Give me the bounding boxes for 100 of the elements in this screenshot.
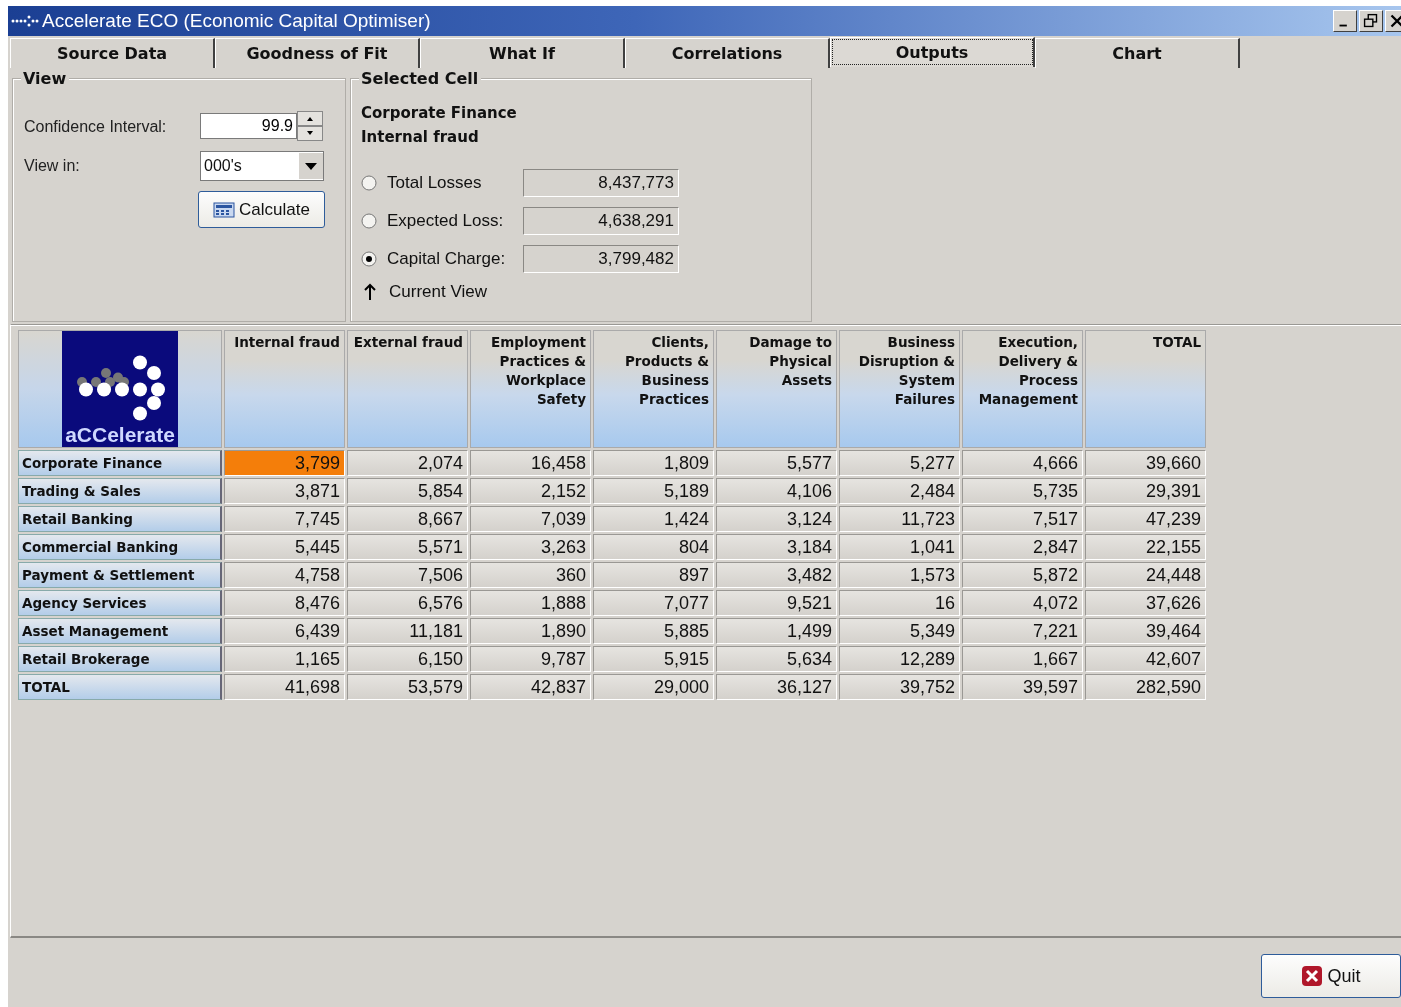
table-cell[interactable]: 41,698 — [224, 674, 345, 700]
table-cell[interactable]: 42,607 — [1085, 646, 1206, 672]
table-cell[interactable]: 1,888 — [470, 590, 591, 616]
table-cell[interactable]: 11,723 — [839, 506, 960, 532]
table-cell[interactable]: 1,573 — [839, 562, 960, 588]
minimize-icon[interactable] — [1333, 10, 1357, 32]
table-cell[interactable]: 9,787 — [470, 646, 591, 672]
confidence-input[interactable]: 99.9 — [200, 113, 297, 139]
table-cell[interactable]: 16 — [839, 590, 960, 616]
table-cell[interactable]: 39,464 — [1085, 618, 1206, 644]
table-cell[interactable]: 2,074 — [347, 450, 468, 476]
table-cell[interactable]: 1,041 — [839, 534, 960, 560]
table-cell[interactable]: 5,915 — [593, 646, 714, 672]
table-cell[interactable]: 6,576 — [347, 590, 468, 616]
table-cell[interactable]: 7,517 — [962, 506, 1083, 532]
table-cell[interactable]: 1,890 — [470, 618, 591, 644]
table-cell[interactable]: 8,476 — [224, 590, 345, 616]
table-cell[interactable]: 8,667 — [347, 506, 468, 532]
table-cell[interactable]: 4,758 — [224, 562, 345, 588]
current-view-label: Current View — [389, 282, 488, 302]
table-cell[interactable]: 282,590 — [1085, 674, 1206, 700]
table-cell[interactable]: 7,039 — [470, 506, 591, 532]
table-cell[interactable]: 53,579 — [347, 674, 468, 700]
table-cell[interactable]: 7,221 — [962, 618, 1083, 644]
accelerate-logo: aCCelerate — [62, 331, 178, 447]
tab[interactable]: Source Data — [10, 38, 215, 68]
row-header: Trading & Sales — [18, 478, 222, 504]
table-cell[interactable]: 5,189 — [593, 478, 714, 504]
tab[interactable]: Outputs — [830, 37, 1035, 67]
table-cell[interactable]: 7,077 — [593, 590, 714, 616]
table-cell[interactable]: 29,391 — [1085, 478, 1206, 504]
spin-up-icon[interactable] — [297, 111, 323, 126]
table-cell[interactable]: 3,482 — [716, 562, 837, 588]
table-cell[interactable]: 5,571 — [347, 534, 468, 560]
table-cell[interactable]: 1,424 — [593, 506, 714, 532]
column-header: Execution, Delivery & Process Management — [962, 330, 1083, 448]
table-cell[interactable]: 3,799 — [224, 450, 345, 476]
table-cell[interactable]: 5,735 — [962, 478, 1083, 504]
table-cell[interactable]: 24,448 — [1085, 562, 1206, 588]
table-cell[interactable]: 2,484 — [839, 478, 960, 504]
table-cell[interactable]: 3,871 — [224, 478, 345, 504]
table-cell[interactable]: 5,445 — [224, 534, 345, 560]
table-cell[interactable]: 5,854 — [347, 478, 468, 504]
tab[interactable]: Correlations — [625, 38, 830, 68]
table-cell[interactable]: 1,499 — [716, 618, 837, 644]
option-label: Total Losses — [387, 173, 483, 193]
table-cell[interactable]: 5,634 — [716, 646, 837, 672]
table-cell[interactable]: 39,752 — [839, 674, 960, 700]
table-cell[interactable]: 897 — [593, 562, 714, 588]
table-cell[interactable]: 3,124 — [716, 506, 837, 532]
radio-button[interactable] — [361, 213, 377, 229]
table-cell[interactable]: 5,885 — [593, 618, 714, 644]
table-cell[interactable]: 5,277 — [839, 450, 960, 476]
row-header: Corporate Finance — [18, 450, 222, 476]
table-cell[interactable]: 5,577 — [716, 450, 837, 476]
table-cell[interactable]: 6,150 — [347, 646, 468, 672]
table-cell[interactable]: 4,106 — [716, 478, 837, 504]
table-cell[interactable]: 2,152 — [470, 478, 591, 504]
table-cell[interactable]: 3,184 — [716, 534, 837, 560]
table-cell[interactable]: 1,667 — [962, 646, 1083, 672]
table-cell[interactable]: 12,289 — [839, 646, 960, 672]
tab[interactable]: What If — [420, 38, 625, 68]
calculate-button[interactable]: Calculate — [198, 191, 325, 228]
table-cell[interactable]: 7,745 — [224, 506, 345, 532]
tab[interactable]: Goodness of Fit — [215, 38, 420, 68]
table-cell[interactable]: 11,181 — [347, 618, 468, 644]
table-cell[interactable]: 36,127 — [716, 674, 837, 700]
spin-down-icon[interactable] — [297, 126, 323, 141]
quit-button[interactable]: Quit — [1261, 954, 1401, 998]
table-cell[interactable]: 804 — [593, 534, 714, 560]
restore-icon[interactable] — [1359, 10, 1383, 32]
table-cell[interactable]: 9,521 — [716, 590, 837, 616]
table-cell[interactable]: 7,506 — [347, 562, 468, 588]
table-cell[interactable]: 39,660 — [1085, 450, 1206, 476]
column-header: Business Disruption & System Failures — [839, 330, 960, 448]
table-cell[interactable]: 5,349 — [839, 618, 960, 644]
table-cell[interactable]: 22,155 — [1085, 534, 1206, 560]
radio-button[interactable] — [361, 251, 377, 267]
option-label: Capital Charge: — [387, 249, 507, 269]
tab[interactable]: Chart — [1035, 38, 1240, 68]
table-cell[interactable]: 6,439 — [224, 618, 345, 644]
table-cell[interactable]: 360 — [470, 562, 591, 588]
close-icon — [1301, 965, 1324, 987]
table-cell[interactable]: 4,072 — [962, 590, 1083, 616]
table-cell[interactable]: 47,239 — [1085, 506, 1206, 532]
table-cell[interactable]: 1,809 — [593, 450, 714, 476]
table-cell[interactable]: 29,000 — [593, 674, 714, 700]
value-field: 3,799,482 — [523, 245, 679, 273]
table-cell[interactable]: 39,597 — [962, 674, 1083, 700]
table-cell[interactable]: 42,837 — [470, 674, 591, 700]
table-cell[interactable]: 16,458 — [470, 450, 591, 476]
table-cell[interactable]: 3,263 — [470, 534, 591, 560]
units-dropdown[interactable]: 000's — [200, 151, 324, 181]
table-cell[interactable]: 37,626 — [1085, 590, 1206, 616]
table-cell[interactable]: 4,666 — [962, 450, 1083, 476]
table-cell[interactable]: 2,847 — [962, 534, 1083, 560]
row-header: Agency Services — [18, 590, 222, 616]
table-cell[interactable]: 5,872 — [962, 562, 1083, 588]
table-cell[interactable]: 1,165 — [224, 646, 345, 672]
radio-button[interactable] — [361, 175, 377, 191]
